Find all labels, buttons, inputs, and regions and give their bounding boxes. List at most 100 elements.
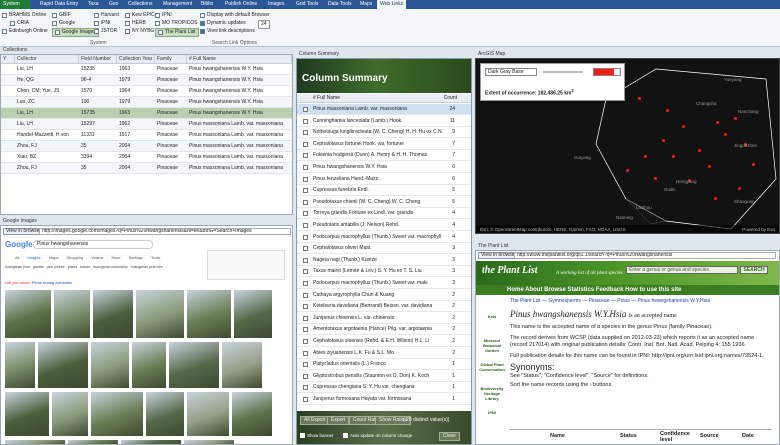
occurrence-point[interactable] (716, 121, 719, 124)
summary-header-name[interactable]: # Full Name (313, 94, 340, 103)
partner-logo[interactable]: Global Plant Conservation (478, 359, 506, 379)
google-search-input[interactable]: Pinus hwangshanensis (33, 240, 153, 249)
occurrence-point[interactable] (752, 163, 755, 166)
image-thumbnail[interactable] (93, 290, 133, 338)
summary-row[interactable]: Torreya grandis Fortune ex Lindl. var. g… (297, 208, 471, 220)
google-tab-settings[interactable]: Settings (129, 255, 143, 260)
summary-row[interactable]: Cephalotaxus sinensis (Rehd. & E.H. Wils… (297, 336, 471, 347)
close-button[interactable]: Close (439, 432, 460, 441)
chip[interactable]: granite (33, 265, 44, 269)
summary-row[interactable]: Cupressus chengiana S. Y. Hu var. chengi… (297, 382, 471, 394)
row-checkbox[interactable] (303, 223, 308, 228)
summary-header-count[interactable]: Count (444, 94, 457, 103)
image-thumbnail[interactable] (5, 392, 49, 436)
summary-row[interactable]: Pinus massoniana Lamb. var. massoniana 24 (297, 104, 471, 115)
tab-images[interactable]: Images (268, 0, 284, 9)
occurrence-point[interactable] (644, 155, 647, 158)
url-field[interactable]: http://images.google.com/images?q=Pinus%… (39, 228, 291, 235)
column-header-collector[interactable]: Collector (15, 55, 79, 64)
column-header-field-number[interactable]: Field Number (79, 55, 117, 64)
tab-geo[interactable]: Geo (109, 0, 118, 9)
tab-rapid-data-entry[interactable]: Rapid Data Entry (40, 0, 78, 9)
system-app-button[interactable]: System (0, 0, 30, 9)
summary-row[interactable]: Glyptostrobus pensilis (Staunton ex D. D… (297, 371, 471, 382)
link-cria[interactable]: CRIA (10, 20, 29, 27)
table-row[interactable]: Liu, LH 15235 1963 Pinaceae Pinus hwangshane… (1, 64, 292, 75)
image-thumbnail[interactable] (68, 440, 118, 444)
arcgis-map[interactable]: Yueyang Changsha Nanchang Jingdezhen Guiyang… (475, 58, 780, 234)
table-row[interactable]: Zhou, FJ 35 2004 Pinaceae Pinus massoniana L… (1, 141, 292, 152)
occurrence-point[interactable] (662, 139, 665, 142)
summary-row[interactable]: Cupressus funebris Endl. 5 (297, 185, 471, 197)
option-view-link-descriptions[interactable]: View link descriptions (200, 28, 255, 35)
image-thumbnail[interactable] (5, 440, 65, 444)
breadcrumb[interactable]: The Plant List — Gymnosperms — Pinaceae … (510, 298, 710, 304)
occurrence-point[interactable] (738, 187, 741, 190)
summary-row[interactable]: Pinus hwangshanensis W.Y. Hsia 6 (297, 162, 471, 173)
image-thumbnail[interactable] (5, 290, 51, 338)
summary-row[interactable]: Podocarpus macrophyllus (Thunb.) Sweet v… (297, 278, 471, 289)
summary-row[interactable]: Juniperus chinensis L. var. chinensis 2 (297, 313, 471, 324)
summary-row[interactable]: Cathaya argyrophylla Chun & Kuang 2 (297, 290, 471, 301)
summary-row[interactable]: Keteleeria davidiana (Bertrand) Beissn. … (297, 301, 471, 313)
occurrence-point[interactable] (708, 165, 711, 168)
point-color-picker[interactable] (593, 68, 621, 76)
chip[interactable]: huangshan pine tree (131, 265, 163, 269)
table-row[interactable]: Handel-Mazzetti, H von 11331 1917 Pinaceae P… (1, 130, 292, 141)
tab-grid-tools[interactable]: Grid Tools (296, 0, 318, 9)
row-checkbox[interactable] (303, 269, 308, 275)
row-checkbox[interactable] (303, 373, 308, 379)
image-thumbnail[interactable] (146, 392, 184, 436)
option-default-browser[interactable]: Display with default Browser (200, 12, 270, 19)
row-checkbox[interactable] (303, 165, 308, 170)
summary-row[interactable]: Amentotaxus argotaenia (Hance) Pilg. var… (297, 324, 471, 336)
plant-search-input[interactable]: Enter a genus or genus and species (626, 266, 738, 274)
occurrence-point[interactable] (654, 177, 657, 180)
summary-row[interactable]: Abies ziyuanensis L.K. Fu & S.L. Mo 2 (297, 348, 471, 359)
summary-row[interactable]: Taxus mairei (Lemée & Lév.) S. Y. Hu ex … (297, 266, 471, 278)
chip[interactable]: huangshan mountains (93, 265, 127, 269)
all-export-button[interactable]: All Export (300, 416, 330, 425)
row-checkbox[interactable] (303, 292, 308, 298)
row-checkbox[interactable] (303, 385, 308, 391)
option-dynamic-updates[interactable]: Dynamic updates (200, 20, 246, 27)
table-row[interactable]: Zhou, FJ 35 2004 Pinaceae Pinus massoniana L… (1, 163, 292, 174)
link-google-images[interactable]: Google Images (52, 28, 99, 37)
summary-row[interactable]: Pseudotaxus chienii (W. C. Cheng) W. C. … (297, 197, 471, 208)
summary-row[interactable]: Cephalotaxus fortunei Hook. var. fortune… (297, 139, 471, 150)
occurrence-point[interactable] (698, 149, 701, 152)
synonym-col-date[interactable]: Date (742, 433, 754, 439)
chip[interactable]: pine picture (47, 265, 65, 269)
image-thumbnail[interactable] (121, 440, 181, 444)
link-google[interactable]: Google (52, 20, 75, 27)
summary-row[interactable]: Fokienia hodginsii (Dunn) A. Henry & H. … (297, 150, 471, 162)
grid-filter-icon[interactable]: Y (1, 55, 15, 64)
occurrence-point[interactable] (666, 109, 669, 112)
row-checkbox[interactable] (303, 141, 308, 147)
occurrence-point[interactable] (734, 117, 737, 120)
url-field[interactable]: http://www.theplantlist.org/tpl1.1/searc… (514, 252, 776, 259)
google-tab-shopping[interactable]: Shopping (66, 255, 83, 260)
tab-collections[interactable]: Collections (128, 0, 152, 9)
tab-taxa[interactable]: Taxa (88, 0, 99, 9)
link-the-plant-list[interactable]: The Plant List (155, 28, 199, 37)
occurrence-point[interactable] (724, 133, 727, 136)
image-thumbnail[interactable] (54, 290, 90, 338)
table-row[interactable]: Liu, LH 15297 1962 Pinaceae Pinus massoniana… (1, 119, 292, 130)
row-checkbox[interactable] (303, 397, 308, 402)
row-checkbox[interactable] (303, 304, 308, 310)
synonym-col-confidence[interactable]: Confidence level (660, 431, 690, 443)
table-row[interactable]: Xiao, BZ 3394 2004 Pinaceae Pinus massoniana… (1, 152, 292, 163)
summary-row[interactable]: Cephalotaxus oliveri Mast. 3 (297, 243, 471, 255)
image-thumbnail[interactable] (187, 392, 229, 436)
row-checkbox[interactable] (303, 211, 308, 217)
auto-update-checkbox[interactable]: Auto update on column change (343, 433, 412, 438)
chip[interactable]: taiwan (80, 265, 90, 269)
table-row[interactable]: Chen, CM; Yue, JS 1570 1964 Pinaceae Pinus h… (1, 86, 292, 97)
summary-row[interactable]: Cunninghamia lanceolata (Lamb.) Hook. 11 (297, 116, 471, 127)
occurrence-point[interactable] (638, 97, 641, 100)
image-thumbnail[interactable] (52, 392, 88, 436)
image-thumbnail[interactable] (91, 392, 143, 436)
image-thumbnail[interactable] (234, 290, 272, 338)
tab-management[interactable]: Management (163, 0, 192, 9)
